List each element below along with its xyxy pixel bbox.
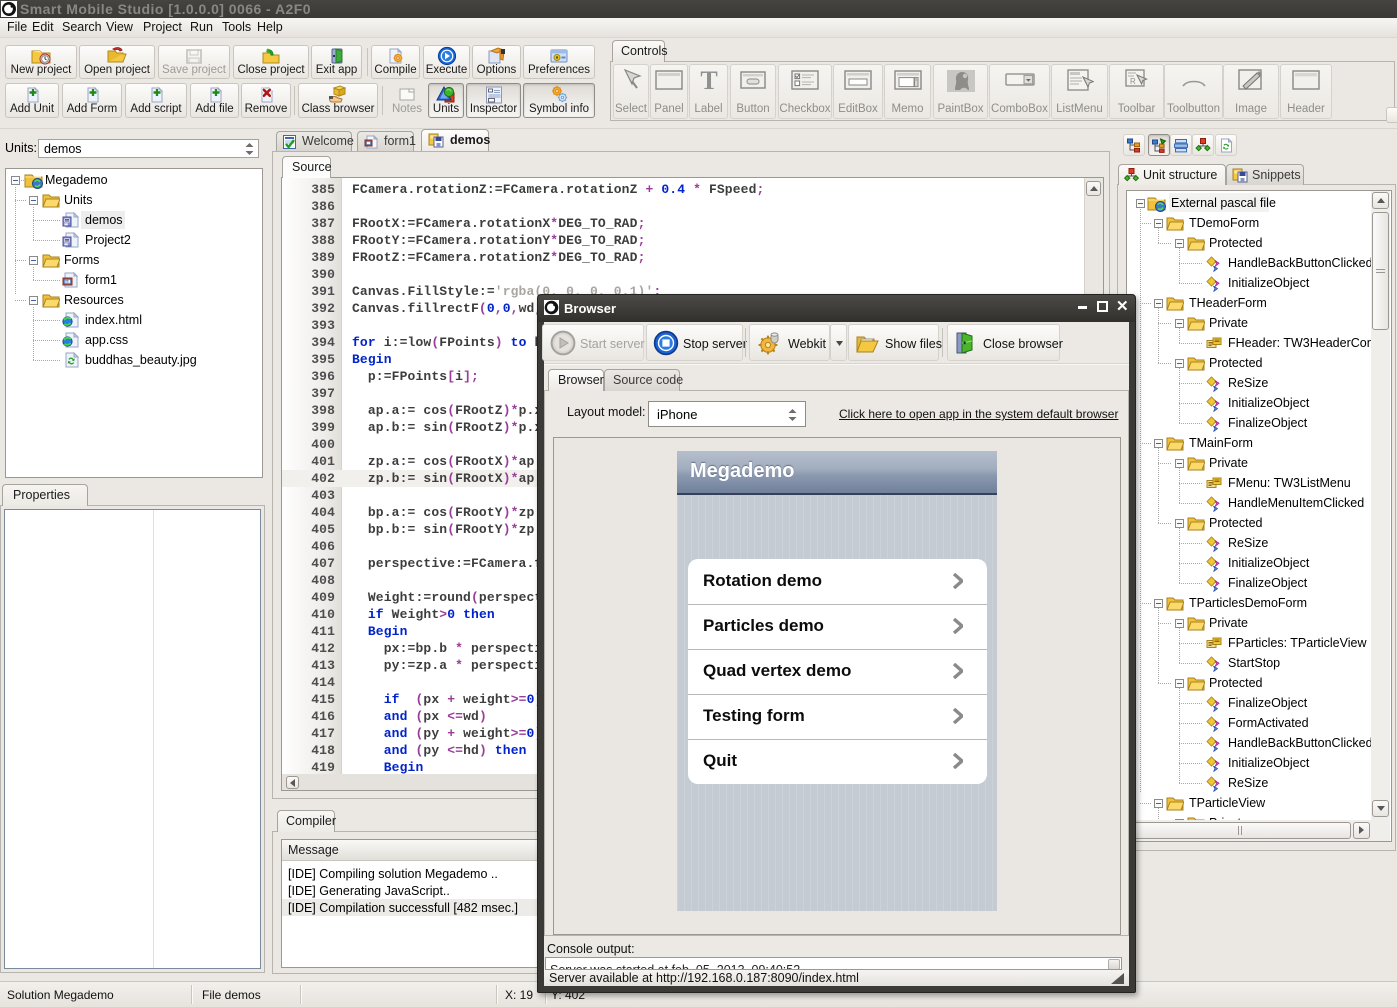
svg-text:T: T [700,68,717,94]
svg-text:R: R [1130,77,1136,86]
